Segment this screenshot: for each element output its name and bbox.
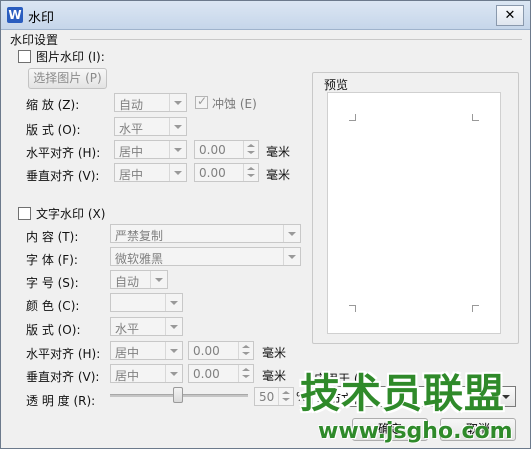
text-layout-value: 水平 (115, 322, 140, 336)
text-valign-offset-spinner[interactable]: 0.00 (188, 364, 254, 383)
text-watermark-label: 文字水印 (X) (36, 207, 106, 221)
chevron-down-icon (169, 94, 186, 111)
spin-arrows-icon[interactable] (278, 388, 293, 405)
picture-halign-offset-spinner[interactable]: 0.00 (194, 140, 259, 159)
brand-watermark-url: www.jsgho.com (318, 419, 513, 444)
color-label: 颜 色 (C): (26, 299, 80, 313)
transparency-slider-thumb[interactable] (173, 387, 183, 403)
content-select[interactable]: 严禁复制 (110, 224, 301, 243)
picture-layout-select[interactable]: 水平 (114, 117, 187, 136)
picture-halign-offset-value: 0.00 (199, 143, 226, 157)
text-valign-select[interactable]: 居中 (110, 364, 183, 383)
margin-corner-icon (472, 114, 479, 121)
margin-corner-icon (472, 305, 479, 312)
picture-valign-offset-value: 0.00 (199, 166, 226, 180)
picture-halign-value: 居中 (119, 145, 144, 159)
chevron-down-icon (150, 271, 167, 288)
size-label: 字 号 (S): (26, 276, 79, 290)
size-value: 自动 (115, 275, 140, 289)
chevron-down-icon (169, 164, 186, 181)
washout-checkbox[interactable] (195, 94, 208, 109)
text-halign-select[interactable]: 居中 (110, 341, 183, 360)
chevron-down-icon (165, 294, 182, 311)
chevron-down-icon (283, 225, 300, 242)
content-value: 严禁复制 (115, 229, 164, 243)
text-halign-unit: 毫米 (262, 346, 287, 360)
group-divider (70, 39, 522, 40)
text-halign-label: 水平对齐 (H): (26, 347, 101, 361)
picture-valign-label: 垂直对齐 (V): (26, 169, 100, 183)
font-select[interactable]: 微软雅黑 (110, 247, 301, 266)
washout-label: 冲蚀 (E) (212, 97, 257, 111)
picture-watermark-label: 图片水印 (I): (36, 50, 105, 64)
scale-select[interactable]: 自动 (114, 93, 187, 112)
chevron-down-icon (165, 365, 182, 382)
font-label: 字 体 (F): (26, 253, 78, 267)
text-halign-value: 居中 (115, 346, 140, 360)
text-layout-label: 版 式 (O): (26, 323, 81, 337)
picture-layout-label: 版 式 (O): (26, 123, 81, 137)
picture-valign-value: 居中 (119, 168, 144, 182)
picture-watermark-checkbox[interactable] (18, 50, 31, 63)
title-bar[interactable]: W 水印 ✕ (1, 1, 530, 30)
content-label: 内 容 (T): (26, 230, 79, 244)
preview-page (327, 92, 501, 334)
chevron-down-icon (169, 118, 186, 135)
preview-label: 预览 (324, 78, 349, 92)
chevron-down-icon (169, 141, 186, 158)
text-layout-select[interactable]: 水平 (110, 317, 183, 336)
text-valign-label: 垂直对齐 (V): (26, 370, 100, 384)
picture-valign-offset-spinner[interactable]: 0.00 (194, 163, 259, 182)
spin-arrows-icon[interactable] (238, 365, 253, 382)
transparency-label: 透 明 度 (R): (26, 394, 96, 408)
picture-valign-unit: 毫米 (266, 168, 291, 182)
margin-corner-icon (349, 114, 356, 121)
text-halign-offset-spinner[interactable]: 0.00 (188, 341, 254, 360)
chevron-down-icon (283, 248, 300, 265)
spin-arrows-icon[interactable] (243, 141, 258, 158)
color-select[interactable] (110, 293, 183, 312)
transparency-spinner[interactable]: 50 (254, 387, 294, 406)
scale-value: 自动 (119, 98, 144, 112)
spin-arrows-icon[interactable] (238, 342, 253, 359)
picture-halign-select[interactable]: 居中 (114, 140, 187, 159)
size-select[interactable]: 自动 (110, 270, 168, 289)
chevron-down-icon (165, 342, 182, 359)
dialog-title: 水印 (28, 11, 55, 26)
spin-arrows-icon[interactable] (243, 164, 258, 181)
picture-layout-value: 水平 (119, 122, 144, 136)
text-valign-offset-value: 0.00 (193, 367, 220, 381)
text-watermark-checkbox[interactable] (18, 207, 31, 220)
text-halign-offset-value: 0.00 (193, 344, 220, 358)
wps-app-icon: W (7, 7, 23, 23)
picture-halign-label: 水平对齐 (H): (26, 146, 101, 160)
picture-halign-unit: 毫米 (266, 145, 291, 159)
margin-corner-icon (349, 305, 356, 312)
close-button[interactable]: ✕ (496, 5, 524, 26)
text-valign-unit: 毫米 (262, 369, 287, 383)
text-valign-value: 居中 (115, 369, 140, 383)
picture-valign-select[interactable]: 居中 (114, 163, 187, 182)
brand-watermark-overlay: 技术员联盟 (300, 371, 505, 417)
font-value: 微软雅黑 (115, 252, 164, 266)
group-label-watermark-settings: 水印设置 (10, 33, 59, 47)
select-picture-button[interactable]: 选择图片 (P) (28, 68, 107, 89)
scale-label: 缩 放 (Z): (26, 98, 80, 112)
transparency-value: 50 (259, 390, 275, 404)
chevron-down-icon (165, 318, 182, 335)
